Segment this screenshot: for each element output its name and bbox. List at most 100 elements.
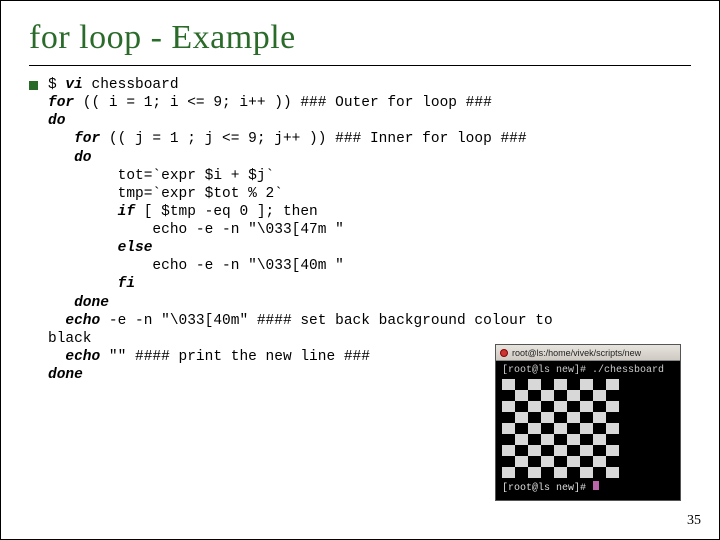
code-text: echo -e -n "\033[40m ": [48, 258, 344, 274]
board-cell: [502, 445, 515, 456]
terminal-titlebar: root@ls:/home/vivek/scripts/new: [496, 345, 680, 361]
board-cell: [567, 379, 580, 390]
kw-done: done: [74, 295, 109, 311]
board-cell: [554, 423, 567, 434]
board-cell: [606, 412, 619, 423]
board-cell: [541, 423, 554, 434]
kw-echo: echo: [65, 349, 100, 365]
board-cell: [515, 434, 528, 445]
board-cell: [606, 401, 619, 412]
board-cell: [502, 379, 515, 390]
board-cell: [541, 379, 554, 390]
code-text: (( j = 1 ; j <= 9; j++ )) ### Inner for …: [100, 131, 526, 147]
board-cell: [567, 390, 580, 401]
terminal-line: [root@ls new]# ./chessboard: [502, 365, 674, 376]
code-text: -e -n "\033[40m" #### set back backgroun…: [100, 313, 552, 329]
board-cell: [528, 379, 541, 390]
board-cell: [567, 423, 580, 434]
chessboard-output: [502, 379, 674, 478]
board-cell: [515, 412, 528, 423]
cursor-icon: [593, 481, 599, 490]
slide-frame: for loop - Example $ vi chessboard for (…: [0, 0, 720, 540]
board-cell: [593, 423, 606, 434]
kw-do: do: [74, 150, 91, 166]
board-cell: [554, 412, 567, 423]
code-text: $: [48, 77, 65, 93]
board-cell: [580, 390, 593, 401]
slide-title: for loop - Example: [29, 19, 691, 66]
board-cell: [541, 445, 554, 456]
terminal-body: [root@ls new]# ./chessboard [root@ls new…: [496, 361, 680, 500]
code-text: [ $tmp -eq 0 ]; then: [135, 204, 318, 220]
kw-echo: echo: [65, 313, 100, 329]
kw-if: if: [118, 204, 135, 220]
board-cell: [606, 379, 619, 390]
code-text: echo -e -n "\033[47m ": [48, 222, 344, 238]
board-cell: [528, 456, 541, 467]
board-cell: [580, 456, 593, 467]
kw-else: else: [118, 240, 153, 256]
terminal-title: root@ls:/home/vivek/scripts/new: [512, 348, 641, 358]
board-cell: [554, 434, 567, 445]
board-cell: [593, 390, 606, 401]
code-text: [48, 240, 118, 256]
board-cell: [554, 467, 567, 478]
board-cell: [528, 423, 541, 434]
board-cell: [502, 467, 515, 478]
kw-fi: fi: [118, 276, 135, 292]
board-cell: [567, 412, 580, 423]
code-text: [48, 295, 74, 311]
board-cell: [541, 412, 554, 423]
code-text: [48, 150, 74, 166]
board-cell: [502, 456, 515, 467]
board-cell: [580, 412, 593, 423]
board-cell: [502, 423, 515, 434]
code-text: black: [48, 331, 92, 347]
code-text: chessboard: [83, 77, 179, 93]
board-cell: [528, 445, 541, 456]
board-cell: [515, 401, 528, 412]
board-cell: [580, 445, 593, 456]
code-text: "" #### print the new line ###: [100, 349, 370, 365]
board-cell: [554, 445, 567, 456]
code-block: $ vi chessboard for (( i = 1; i <= 9; i+…: [48, 76, 553, 384]
board-cell: [593, 401, 606, 412]
board-cell: [554, 390, 567, 401]
board-cell: [515, 379, 528, 390]
kw-vi: vi: [65, 77, 82, 93]
kw-for: for: [74, 131, 100, 147]
board-cell: [515, 467, 528, 478]
board-cell: [502, 412, 515, 423]
board-cell: [515, 445, 528, 456]
board-cell: [502, 434, 515, 445]
board-cell: [554, 401, 567, 412]
board-cell: [567, 401, 580, 412]
bullet-icon: [29, 81, 38, 90]
board-cell: [567, 467, 580, 478]
kw-do: do: [48, 113, 65, 129]
board-cell: [593, 434, 606, 445]
board-cell: [528, 390, 541, 401]
board-cell: [528, 412, 541, 423]
board-cell: [593, 456, 606, 467]
board-cell: [541, 434, 554, 445]
code-text: [48, 204, 118, 220]
board-cell: [515, 390, 528, 401]
terminal-window: root@ls:/home/vivek/scripts/new [root@ls…: [495, 344, 681, 501]
board-cell: [567, 456, 580, 467]
code-text: [48, 349, 65, 365]
board-cell: [528, 434, 541, 445]
prompt-text: [root@ls new]#: [502, 483, 592, 494]
board-cell: [606, 445, 619, 456]
board-cell: [593, 445, 606, 456]
slide-body: $ vi chessboard for (( i = 1; i <= 9; i+…: [29, 76, 691, 384]
board-cell: [606, 434, 619, 445]
board-cell: [515, 423, 528, 434]
board-cell: [554, 456, 567, 467]
code-text: (( i = 1; i <= 9; i++ )) ### Outer for l…: [74, 95, 492, 111]
board-cell: [528, 467, 541, 478]
board-cell: [541, 467, 554, 478]
code-text: tot=`expr $i + $j`: [48, 168, 274, 184]
board-cell: [541, 390, 554, 401]
kw-for: for: [48, 95, 74, 111]
